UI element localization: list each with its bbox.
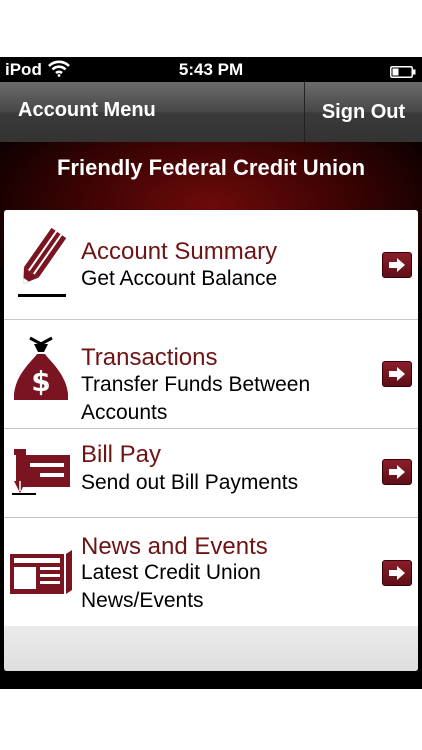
- battery-icon: [390, 63, 416, 78]
- navigation-bar: Account Menu Sign Out: [0, 82, 422, 143]
- menu-item-subtitle: Latest Credit Union News/Events: [81, 561, 261, 612]
- sign-out-button[interactable]: Sign Out: [305, 82, 422, 142]
- menu-list: Account Summary Get Account Balance $ Tr…: [4, 210, 418, 671]
- arrow-right-icon[interactable]: [382, 252, 412, 278]
- menu-item-title: Bill Pay: [81, 441, 162, 468]
- menu-item-subtitle: Transfer Funds Between Accounts: [81, 373, 311, 424]
- clock: 5:43 PM: [178, 60, 244, 79]
- menu-item-subtitle: Get Account Balance: [81, 267, 278, 290]
- menu-item-title: News and Events: [81, 533, 268, 560]
- nav-title: Account Menu: [18, 99, 156, 121]
- status-bar: iPod 5:43 PM: [0, 57, 422, 82]
- menu-item-transactions[interactable]: $ Transactions Transfer Funds Between Ac…: [4, 320, 418, 429]
- menu-item-news-events[interactable]: News and Events Latest Credit Union News…: [4, 518, 418, 627]
- menu-item-title: Transactions: [81, 344, 218, 371]
- newspaper-icon: [10, 550, 74, 603]
- credit-union-name: Friendly Federal Credit Union: [56, 155, 366, 180]
- list-footer: [4, 626, 418, 671]
- check-pen-icon: [10, 447, 72, 502]
- menu-item-subtitle: Send out Bill Payments: [81, 471, 299, 494]
- arrow-right-icon[interactable]: [382, 361, 412, 387]
- svg-text:$: $: [31, 365, 50, 398]
- menu-item-bill-pay[interactable]: Bill Pay Send out Bill Payments: [4, 429, 418, 518]
- pencil-icon: [10, 224, 72, 305]
- arrow-right-icon[interactable]: [382, 459, 412, 485]
- money-bag-icon: $: [10, 336, 72, 411]
- menu-item-account-summary[interactable]: Account Summary Get Account Balance: [4, 210, 418, 320]
- menu-item-title: Account Summary: [81, 238, 278, 265]
- bottom-bar: [0, 671, 422, 689]
- app-screen: iPod 5:43 PM Account Menu Sign Out Frien…: [0, 57, 422, 689]
- arrow-right-icon[interactable]: [382, 560, 412, 586]
